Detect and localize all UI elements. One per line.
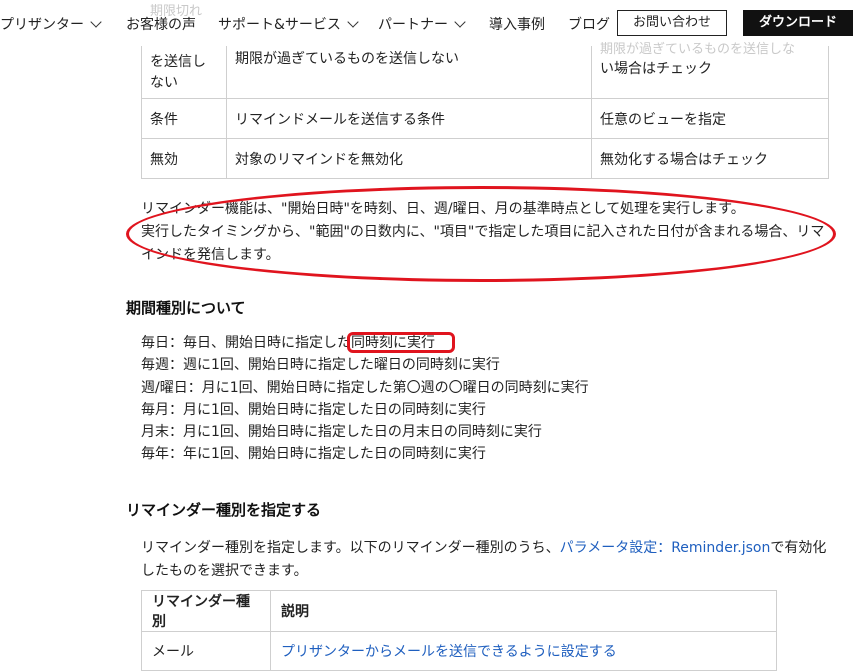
table-row: 無効 対象のリマインドを無効化 無効化する場合はチェック [141, 138, 829, 179]
reminder-type-table: リマインダー種別 説明 メール プリザンターからメールを送信できるように設定する [141, 590, 777, 671]
download-button[interactable]: ダウンロード [743, 10, 853, 36]
chevron-down-icon [90, 16, 102, 28]
nav-item-label: プリザンター [0, 17, 84, 33]
desc-text: したものを選択できます。 [141, 563, 308, 579]
table-cell-text: い場合はチェック [600, 61, 712, 77]
list-item: 毎日：毎日、開始日時に指定した同時刻に実行 [141, 332, 589, 354]
table-cell: リマインドメールを送信する条件 [226, 98, 592, 139]
table-cell: 条件 [141, 98, 227, 139]
nav-item-case-studies[interactable]: 導入事例 [489, 14, 545, 34]
explanation-line: リマインダー機能は、"開始日時"を時刻、日、週/曜日、月の基準時点として処理を実… [141, 201, 745, 217]
desc-text: リマインダー種別を指定します。以下のリマインダー種別のうち、 [141, 540, 560, 556]
column-header: リマインダー種別 [141, 590, 271, 632]
nav-item-label: サポート&サービス [218, 17, 341, 33]
section-heading-period: 期間種別について [126, 299, 246, 317]
list-item-text: 毎日：毎日、開始日時に指定した [141, 335, 351, 351]
table-cell-text: ない [150, 74, 178, 91]
reminder-type-description: リマインダー種別を指定します。以下のリマインダー種別のうち、パラメータ設定：Re… [141, 537, 831, 583]
chevron-down-icon [347, 16, 359, 28]
table-cell: メール [141, 631, 271, 671]
table-cell: 任意のビューを指定 [591, 98, 829, 139]
explanation-line: 実行したタイミングから、"範囲"の日数内に、"項目"で指定した項目に記入された日… [141, 224, 825, 240]
nav-item-blog[interactable]: ブログ [568, 14, 610, 34]
table-header-row: リマインダー種別 説明 [141, 590, 777, 632]
reminder-explanation: リマインダー機能は、"開始日時"を時刻、日、週/曜日、月の基準時点として処理を実… [141, 198, 836, 267]
nav-item-support[interactable]: サポート&サービス [218, 14, 359, 34]
parameter-settings-link[interactable]: パラメータ設定：Reminder.json [560, 540, 771, 556]
section-heading-reminder-type: リマインダー種別を指定する [126, 501, 322, 519]
list-item: 毎年：年に1回、開始日時に指定した日の同時刻に実行 [141, 446, 486, 463]
highlighted-text: 同時刻に実行 [351, 335, 435, 351]
table-cell-text: 期限が過ぎているものを送信しない [235, 51, 459, 67]
nav-item-pleasanter[interactable]: プリザンター [0, 14, 102, 34]
list-item: 月末：月に1回、開始日時に指定した日の月末日の同時刻に実行 [141, 424, 542, 441]
table-cell: プリザンターからメールを送信できるように設定する [270, 631, 777, 671]
scrolled-text-fragment: 期限が過ぎているものを送信しな [600, 42, 796, 57]
period-type-list: 毎日：毎日、開始日時に指定した同時刻に実行 毎週：週に1回、開始日時に指定した曜… [141, 332, 589, 466]
column-header: 説明 [270, 590, 777, 632]
nav-item-label: ブログ [568, 17, 610, 33]
list-item: 毎週：週に1回、開始日時に指定した曜日の同時刻に実行 [141, 357, 500, 374]
mail-setting-link[interactable]: プリザンターからメールを送信できるように設定する [281, 644, 617, 660]
table-row: メール プリザンターからメールを送信できるように設定する [141, 631, 777, 671]
explanation-line: インドを発信します。 [141, 247, 280, 263]
table-row: 条件 リマインドメールを送信する条件 任意のビューを指定 [141, 98, 829, 139]
nav-item-label: パートナー [378, 17, 448, 33]
nav-item-label: お客様の声 [126, 17, 196, 33]
desc-text: で有効化 [770, 540, 827, 556]
list-item: 週/曜日：月に1回、開始日時に指定した第〇週の〇曜日の同時刻に実行 [141, 379, 589, 396]
table-cell: 無効化する場合はチェック [591, 138, 829, 179]
chevron-down-icon [454, 16, 466, 28]
table-cell: 対象のリマインドを無効化 [226, 138, 592, 179]
table-cell: 無効 [141, 138, 227, 179]
table-cell-text: を送信し [150, 53, 206, 70]
nav-item-label: 導入事例 [489, 17, 545, 33]
scrolled-text-fragment: 期限切れ [150, 4, 203, 19]
nav-item-partner[interactable]: パートナー [378, 14, 466, 34]
contact-button[interactable]: お問い合わせ [617, 10, 727, 36]
list-item: 毎月：月に1回、開始日時に指定した日の同時刻に実行 [141, 401, 486, 418]
